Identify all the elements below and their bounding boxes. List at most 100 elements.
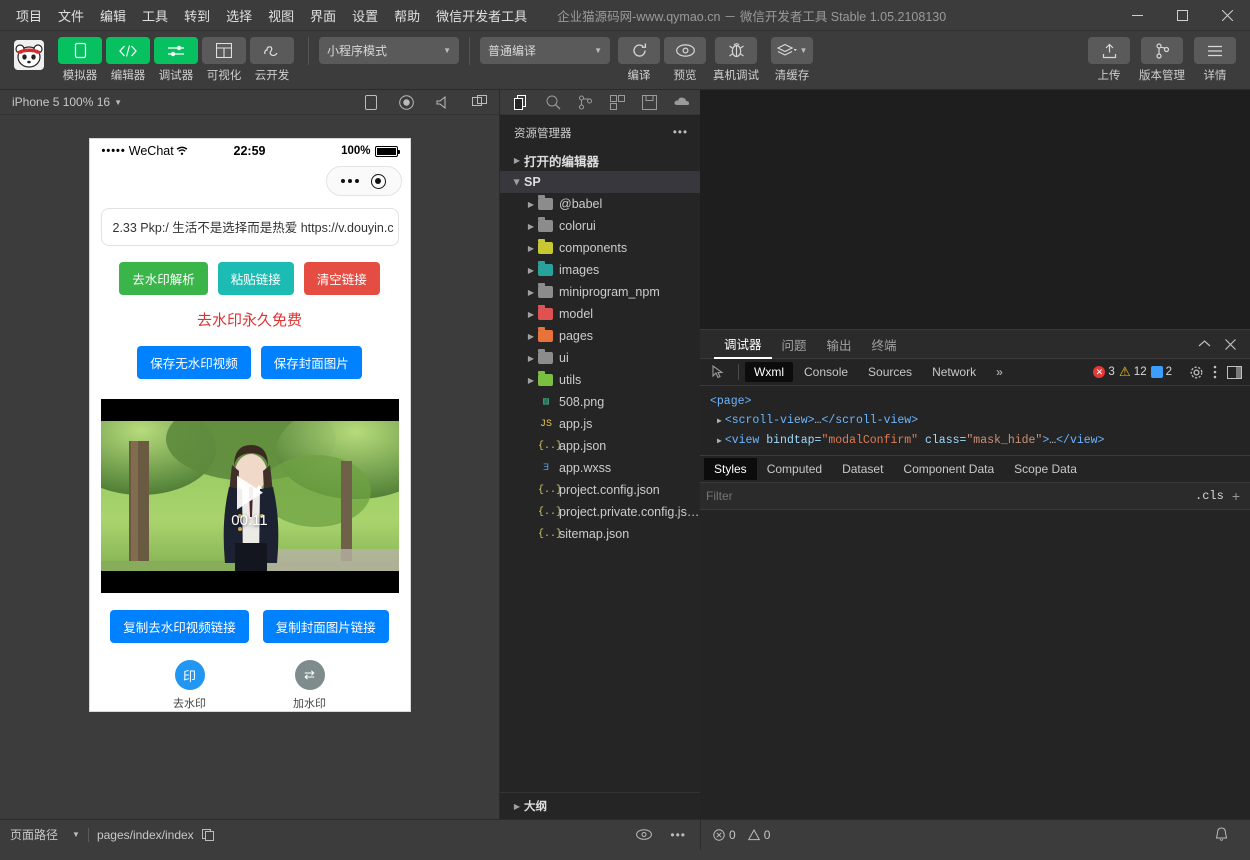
debugger-tab-输出[interactable]: 输出 [817,330,862,359]
styles-tab-Computed[interactable]: Computed [757,458,832,480]
outline-section[interactable]: ▶ 大纲 [500,792,700,819]
source-control-icon[interactable] [578,95,593,110]
video-preview[interactable]: 00:11 [101,399,399,593]
toolbar-right-上传[interactable]: 上传 [1088,37,1130,83]
phone-button-1[interactable]: 保存封面图片 [261,346,362,379]
more-dots-icon[interactable] [341,179,359,183]
save-icon[interactable] [642,95,657,110]
tree-folder-ui[interactable]: ▶ui [500,347,700,369]
wechat-capsule[interactable] [326,166,402,196]
phone-icon-action-1[interactable]: ⇄加水印 [293,660,326,711]
menu-item-7[interactable]: 界面 [302,2,344,29]
mode-select[interactable]: 小程序模式 ▼ [319,37,459,64]
toolbar-action-真机调试[interactable]: 真机调试 [710,37,762,83]
dock-icon[interactable] [1227,366,1242,379]
page-path-label[interactable]: 页面路径 [10,826,58,843]
wxml-line-2[interactable]: ▶<view bindtap="modalConfirm" class="mas… [710,431,1250,451]
debugger-tab-终端[interactable]: 终端 [862,330,907,359]
styles-tab-Styles[interactable]: Styles [704,458,757,480]
link-input[interactable]: 2.33 Pkp:/ 生活不是选择而是热爱 https://v.douyin.c [101,208,399,246]
explorer-section-打开的编辑器[interactable]: ▶打开的编辑器 [500,149,700,171]
toolbar-action-清缓存[interactable]: ▼清缓存 [766,37,818,83]
tree-file-app.wxss[interactable]: Ǝapp.wxss [500,457,700,479]
tree-folder-pages[interactable]: ▶pages [500,325,700,347]
explorer-more-button[interactable]: ••• [673,127,688,139]
inspect-element-icon[interactable] [706,365,732,379]
error-badge[interactable]: ✕ 3 [1093,366,1114,378]
menu-item-5[interactable]: 选择 [218,2,260,29]
devtools-tab-Wxml[interactable]: Wxml [745,362,793,382]
styles-tab-Dataset[interactable]: Dataset [832,458,893,480]
phone-button-0[interactable]: 保存无水印视频 [137,346,251,379]
cls-button[interactable]: .cls [1187,489,1232,503]
explorer-section-SP[interactable]: ▶SP [500,171,700,193]
wxml-line-0[interactable]: <page> [710,392,1250,411]
toolbar-action-编译[interactable]: 编译 [618,37,660,83]
play-icon[interactable] [237,476,263,510]
chevron-down-icon[interactable]: ▼ [114,98,122,107]
chevron-right-icon[interactable]: ▶ [717,437,722,446]
more-vert-icon[interactable] [1213,365,1217,379]
debugger-tab-调试器[interactable]: 调试器 [714,330,772,359]
devtools-tab-Console[interactable]: Console [795,362,857,382]
tree-folder-utils[interactable]: ▶utils [500,369,700,391]
status-more-button[interactable]: ••• [670,828,686,842]
add-rule-button[interactable]: + [1232,488,1244,504]
compile-select[interactable]: 普通编译 ▼ [480,37,610,64]
problem-warnings[interactable]: 0 [748,828,771,842]
toolbar-button-编辑器[interactable]: 编辑器 [106,37,150,83]
toolbar-button-可视化[interactable]: 可视化 [202,37,246,83]
files-icon[interactable] [514,95,529,110]
tree-folder-images[interactable]: ▶images [500,259,700,281]
menu-item-1[interactable]: 文件 [50,2,92,29]
tree-folder-components[interactable]: ▶components [500,237,700,259]
editor-area[interactable] [700,90,1250,329]
devtools-tab-»[interactable]: » [987,362,1012,382]
menu-item-4[interactable]: 转到 [176,2,218,29]
tree-file-app.json[interactable]: {..}app.json [500,435,700,457]
toolbar-button-模拟器[interactable]: 模拟器 [58,37,102,83]
styles-tab-Scope Data[interactable]: Scope Data [1004,458,1087,480]
toolbar-right-版本管理[interactable]: 版本管理 [1134,37,1190,83]
warning-badge[interactable]: ⚠ 12 [1119,366,1147,378]
device-rotate-icon[interactable] [365,95,377,110]
filter-input[interactable] [706,489,1187,503]
toolbar-right-详情[interactable]: 详情 [1194,37,1236,83]
collapse-icon[interactable] [1198,339,1211,350]
tree-file-project.private.config.js…[interactable]: {..}project.private.config.js… [500,501,700,523]
toolbar-button-云开发[interactable]: 云开发 [250,37,294,83]
menu-item-3[interactable]: 工具 [134,2,176,29]
menu-item-0[interactable]: 项目 [8,2,50,29]
close-circle-icon[interactable] [371,174,386,189]
menu-item-8[interactable]: 设置 [344,2,386,29]
extensions-icon[interactable] [610,95,625,110]
phone-button-1[interactable]: 粘贴链接 [218,262,294,295]
wxml-tree[interactable]: <page>▶<scroll-view>…</scroll-view>▶<vie… [700,386,1250,456]
chevron-down-icon[interactable]: ▼ [72,830,80,839]
debugger-tab-问题[interactable]: 问题 [772,330,817,359]
cloud-debug-icon[interactable] [674,96,690,108]
menu-item-10[interactable]: 微信开发者工具 [428,2,535,29]
phone-button-0[interactable]: 复制去水印视频链接 [110,610,249,643]
styles-tab-Component Data[interactable]: Component Data [893,458,1004,480]
volume-icon[interactable] [436,95,450,109]
message-badge[interactable]: 2 [1151,366,1172,378]
tree-file-app.js[interactable]: JSapp.js [500,413,700,435]
search-icon[interactable] [546,95,561,110]
chevron-right-icon[interactable]: ▶ [717,417,722,426]
tree-folder-colorui[interactable]: ▶colorui [500,215,700,237]
problem-errors[interactable]: 0 [713,828,736,842]
bell-icon[interactable] [1215,827,1250,842]
close-icon[interactable] [1225,339,1236,350]
toolbar-button-调试器[interactable]: 调试器 [154,37,198,83]
tree-file-508.png[interactable]: ▨508.png [500,391,700,413]
phone-button-2[interactable]: 清空链接 [304,262,380,295]
tree-folder-miniprogram_npm[interactable]: ▶miniprogram_npm [500,281,700,303]
tree-file-project.config.json[interactable]: {..}project.config.json [500,479,700,501]
tree-file-sitemap.json[interactable]: {..}sitemap.json [500,523,700,545]
menu-item-9[interactable]: 帮助 [386,2,428,29]
wxml-line-1[interactable]: ▶<scroll-view>…</scroll-view> [710,411,1250,431]
device-select[interactable]: iPhone 5 100% 16 [12,95,110,109]
close-button[interactable] [1205,0,1250,31]
copy-icon[interactable] [202,829,214,841]
